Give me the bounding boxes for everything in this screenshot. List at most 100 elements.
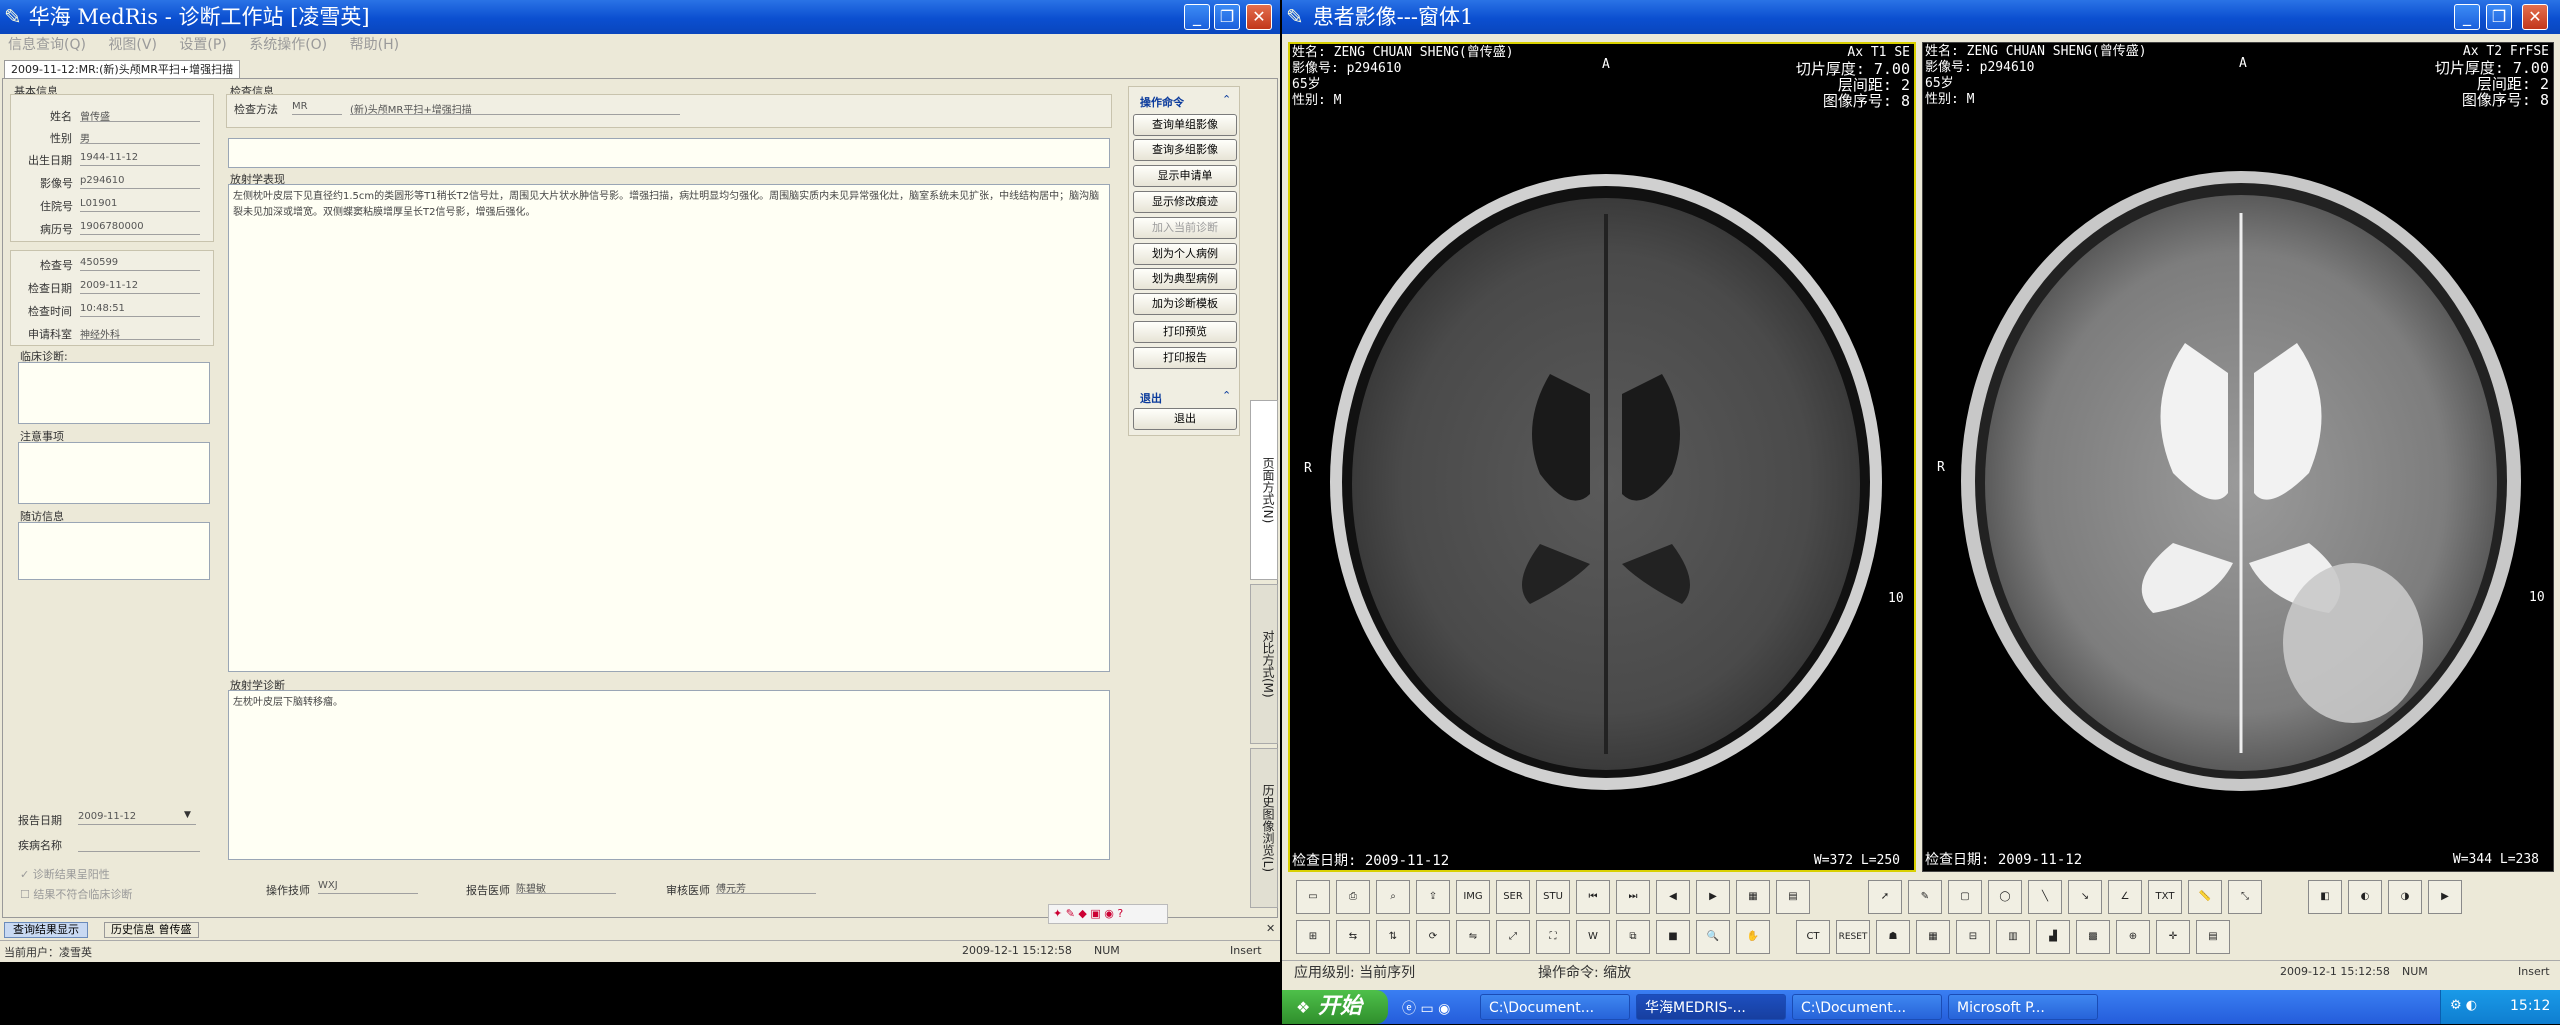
first-image-icon[interactable]: ⏮	[1576, 880, 1610, 914]
typical-case-button[interactable]: 划为典型病例	[1133, 268, 1237, 290]
ruler-icon[interactable]: 📏	[2188, 880, 2222, 914]
taskbar-powerpoint[interactable]: Microsoft P...	[1948, 994, 2098, 1020]
stu-mode-icon[interactable]: STU	[1536, 880, 1570, 914]
viewport-t1[interactable]: 姓名: ZENG CHUAN SHENG(曾传盛) 影像号: p294610 6…	[1288, 42, 1916, 872]
add-current-diagnosis-button[interactable]: 加入当前诊断	[1133, 217, 1237, 239]
mirror-icon[interactable]: ⇋	[1456, 920, 1490, 954]
findings-textarea[interactable]: 左侧枕叶皮层下见直径约1.5cm的类圆形等T1稍长T2信号灶，周围见大片状水肿信…	[228, 184, 1110, 672]
reset-icon[interactable]: RESET	[1836, 920, 1870, 954]
grid-layout-icon[interactable]: ▤	[1776, 880, 1810, 914]
pan-icon[interactable]: ✋	[1736, 920, 1770, 954]
followup-field[interactable]	[18, 522, 210, 580]
close-tab-icon[interactable]: ✕	[1266, 922, 1275, 935]
tab-history-browse[interactable]: 历史图像浏览(L)	[1250, 748, 1278, 908]
disease-name-field[interactable]	[78, 838, 200, 852]
image-minimize-button[interactable]: _	[2454, 4, 2480, 30]
taskbar-medris[interactable]: 华海MEDRIS-...	[1636, 994, 1786, 1020]
magnify-icon[interactable]: ⌕	[1376, 880, 1410, 914]
mpr-icon[interactable]: ▥	[1996, 920, 2030, 954]
show-request-button[interactable]: 显示申请单	[1133, 165, 1237, 187]
image-maximize-button[interactable]: ❐	[2486, 4, 2512, 30]
collapse-commands-icon[interactable]: ⌃	[1222, 93, 1231, 106]
menu-system[interactable]: 系统操作(O)	[249, 37, 327, 53]
flip-horizontal-icon[interactable]: ⇆	[1336, 920, 1370, 954]
query-multi-series-button[interactable]: 查询多组影像	[1133, 139, 1237, 161]
folder-open-icon[interactable]: ▭	[1296, 880, 1330, 914]
menu-settings[interactable]: 设置(P)	[179, 37, 226, 53]
tab-page-mode[interactable]: 页面方式(N)	[1250, 400, 1278, 580]
show-edit-trace-button[interactable]: 显示修改痕迹	[1133, 191, 1237, 213]
rectangle-icon[interactable]: ▢	[1948, 880, 1982, 914]
fullscreen-icon[interactable]: ⛶	[1536, 920, 1570, 954]
contrast-icon[interactable]: ◐	[2348, 880, 2382, 914]
ct-icon[interactable]: CT	[1796, 920, 1830, 954]
tab-history-info[interactable]: 历史信息 曾传盛	[104, 922, 199, 938]
personal-case-button[interactable]: 划为个人病例	[1133, 243, 1237, 265]
exam-extra-field[interactable]	[228, 138, 1110, 168]
positive-checkbox[interactable]: ✓ 诊断结果呈阳性	[20, 866, 110, 882]
ct-value-icon[interactable]: ⊕	[2116, 920, 2150, 954]
measure-icon[interactable]: ⤡	[2228, 880, 2262, 914]
ellipse-icon[interactable]: ◯	[1988, 880, 2022, 914]
tray-icons[interactable]: ⚙ ◐	[2450, 998, 2477, 1013]
select-region-icon[interactable]: ⊞	[1296, 920, 1330, 954]
query-single-series-button[interactable]: 查询单组影像	[1133, 114, 1237, 136]
last-image-icon[interactable]: ⏭	[1616, 880, 1650, 914]
skeleton-icon[interactable]: ☗	[1876, 920, 1910, 954]
cine-icon[interactable]: ▶	[2428, 880, 2462, 914]
histogram-icon[interactable]: ▟	[2036, 920, 2070, 954]
menu-view[interactable]: 视图(V)	[108, 37, 157, 53]
compare-icon[interactable]: ⊟	[1956, 920, 1990, 954]
window-level-icon[interactable]: ◑	[2388, 880, 2422, 914]
text-icon[interactable]: TXT	[2148, 880, 2182, 914]
color-icon[interactable]: ■	[1656, 920, 1690, 954]
clinical-diagnosis-field[interactable]	[18, 362, 210, 424]
pointer-icon[interactable]: ➚	[1868, 880, 1902, 914]
tab-query-results[interactable]: 查询结果显示	[4, 922, 88, 938]
minimize-button[interactable]: _	[1184, 4, 1210, 30]
film-icon[interactable]: ▩	[2076, 920, 2110, 954]
maximize-button[interactable]: ❐	[1214, 4, 1240, 30]
image-close-button[interactable]: ✕	[2522, 4, 2548, 30]
copy-icon[interactable]: ⧉	[1616, 920, 1650, 954]
report-icon[interactable]: ▤	[2196, 920, 2230, 954]
angle-icon[interactable]: ∠	[2108, 880, 2142, 914]
image-title-bar[interactable]: ✎ 患者影像---窗体1	[1282, 0, 2560, 34]
diagnosis-textarea[interactable]: 左枕叶皮层下脑转移瘤。	[228, 690, 1110, 860]
print-preview-button[interactable]: 打印预览	[1133, 321, 1237, 343]
collapse-exit-icon[interactable]: ⌃	[1222, 389, 1231, 402]
notes-field[interactable]	[18, 442, 210, 504]
print-icon[interactable]: ⎙	[1336, 880, 1370, 914]
prev-image-icon[interactable]: ◀	[1656, 880, 1690, 914]
fit-icon[interactable]: ⤢	[1496, 920, 1530, 954]
pencil-icon[interactable]: ✎	[1908, 880, 1942, 914]
arrow-icon[interactable]: ↘	[2068, 880, 2102, 914]
layout-icon[interactable]: ▦	[1736, 880, 1770, 914]
invert-icon[interactable]: ◧	[2308, 880, 2342, 914]
zoom-icon[interactable]: 🔍	[1696, 920, 1730, 954]
img-mode-icon[interactable]: IMG	[1456, 880, 1490, 914]
crosshair-icon[interactable]: ✛	[2156, 920, 2190, 954]
report-date-select[interactable]: 2009-11-12	[78, 811, 196, 825]
table-icon[interactable]: ▦	[1916, 920, 1950, 954]
dropdown-arrow-icon[interactable]: ▼	[184, 810, 191, 820]
taskbar-explorer-2[interactable]: C:\Document...	[1792, 994, 1942, 1020]
rotate-icon[interactable]: ⟳	[1416, 920, 1450, 954]
media-icon[interactable]: ◉	[1438, 1001, 1450, 1017]
taskbar-explorer-1[interactable]: C:\Document...	[1480, 994, 1630, 1020]
ime-toolbar[interactable]: ✦ ✎ ◆ ▣ ◉ ?	[1048, 904, 1168, 924]
print-report-button[interactable]: 打印报告	[1133, 347, 1237, 369]
next-image-icon[interactable]: ▶	[1696, 880, 1730, 914]
tab-compare-mode[interactable]: 对比方式(M)	[1250, 584, 1278, 744]
start-button[interactable]: ❖ 开始	[1282, 990, 1388, 1024]
diagnosis-template-button[interactable]: 加为诊断模板	[1133, 293, 1237, 315]
ser-mode-icon[interactable]: SER	[1496, 880, 1530, 914]
desktop-icon[interactable]: ▭	[1420, 1001, 1433, 1017]
close-button[interactable]: ✕	[1246, 4, 1272, 30]
viewport-t2[interactable]: 姓名: ZENG CHUAN SHENG(曾传盛) 影像号: p294610 6…	[1922, 42, 2554, 872]
menu-query[interactable]: 信息查询(Q)	[8, 37, 86, 53]
wl-preset-icon[interactable]: W	[1576, 920, 1610, 954]
export-icon[interactable]: ⇪	[1416, 880, 1450, 914]
ie-icon[interactable]: ⓔ	[1402, 1001, 1416, 1017]
flip-vertical-icon[interactable]: ⇅	[1376, 920, 1410, 954]
